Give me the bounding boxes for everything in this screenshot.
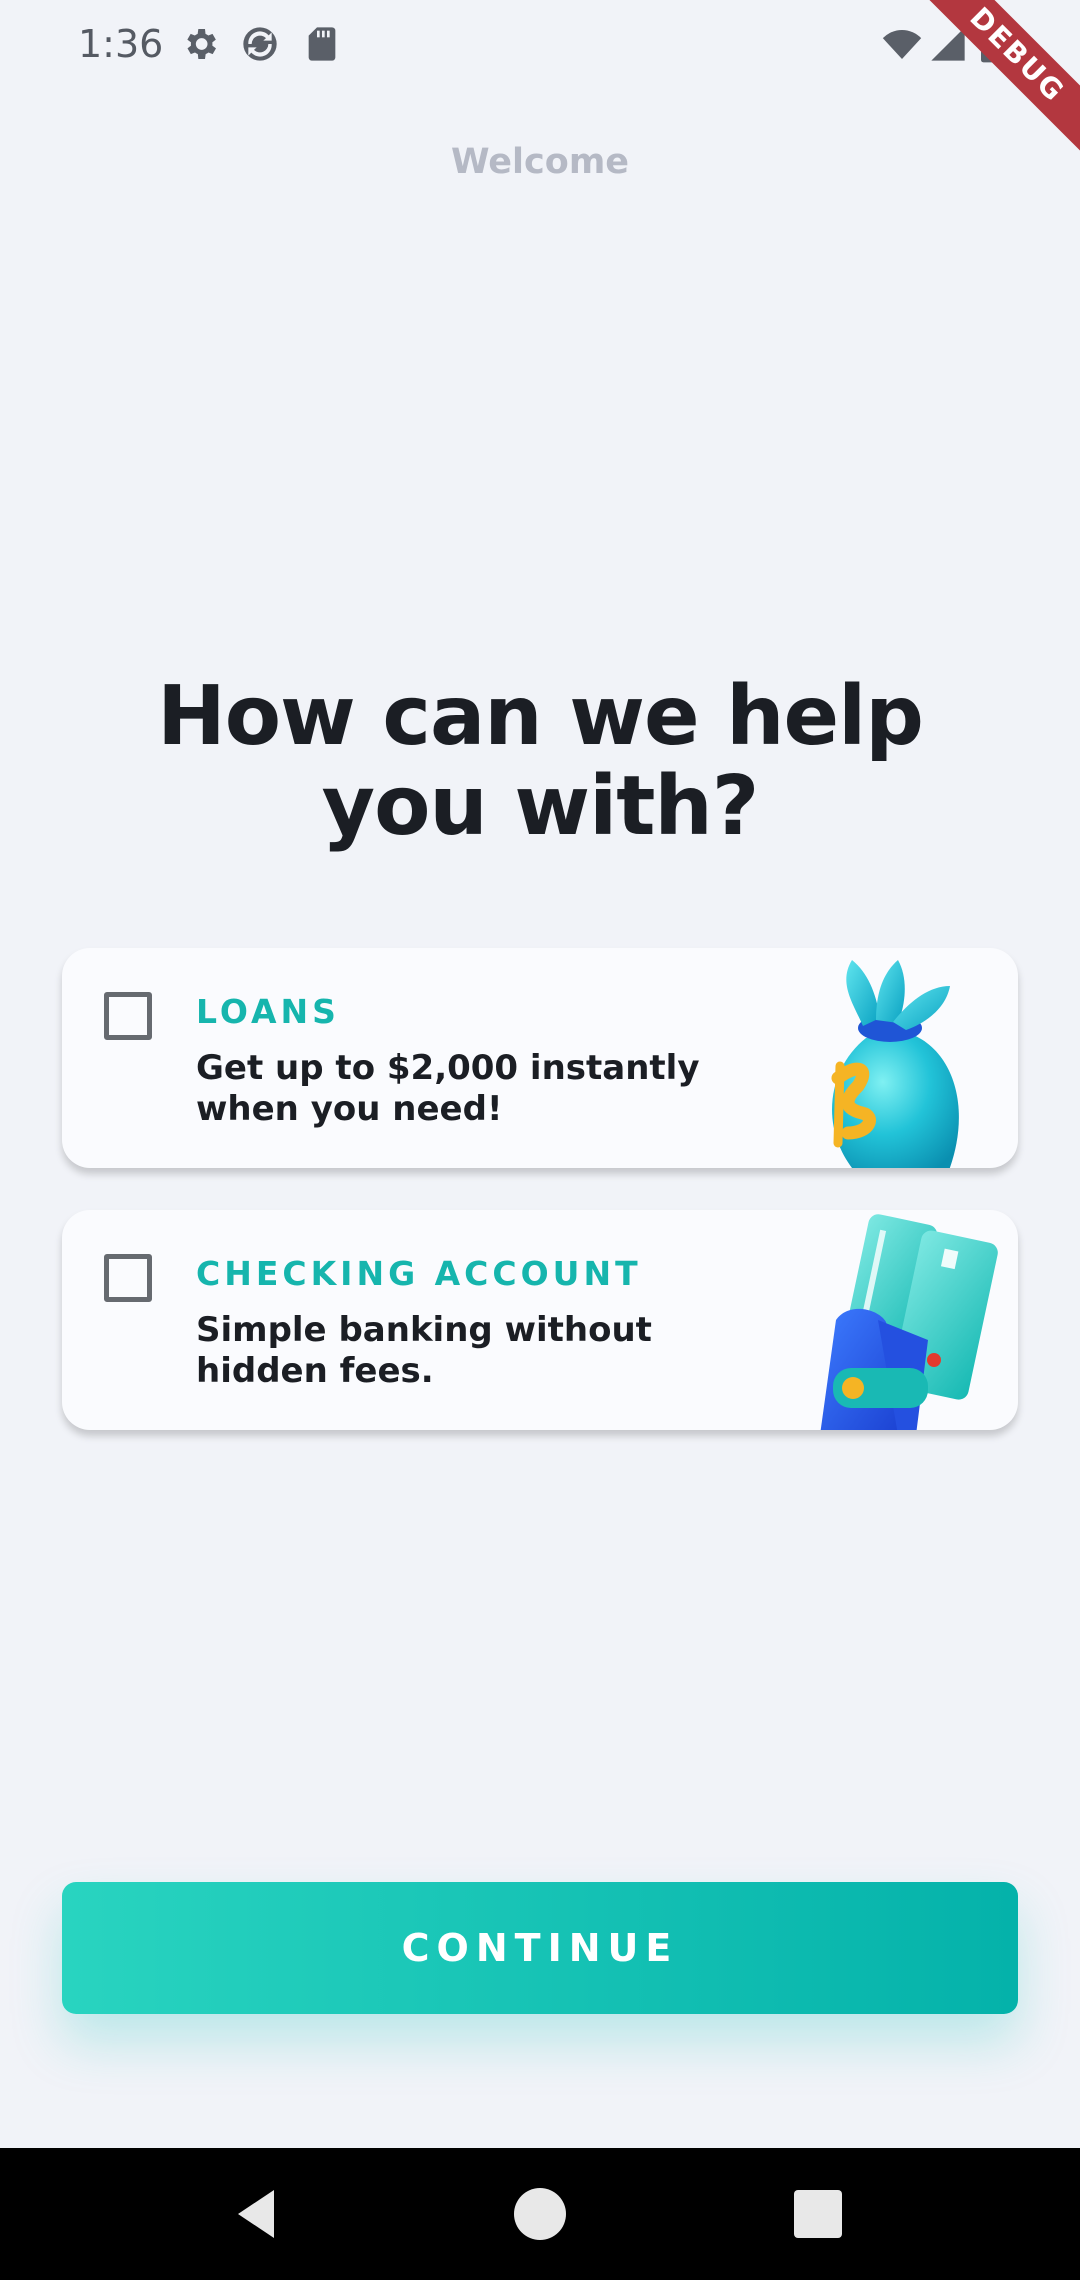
gear-icon	[187, 29, 216, 59]
system-nav-bar	[0, 2148, 1080, 2280]
continue-button[interactable]: CONTINUE	[62, 1882, 1018, 2014]
sync-icon	[243, 27, 277, 61]
wifi-icon	[882, 30, 922, 59]
option-description: Get up to $2,000 instantly when you need…	[196, 1048, 700, 1129]
option-label: CHECKING ACCOUNT	[196, 1254, 642, 1293]
option-description: Simple banking without hidden fees.	[196, 1310, 652, 1391]
option-card-checking[interactable]: CHECKING ACCOUNT Simple banking without …	[62, 1210, 1018, 1430]
option-card-loans[interactable]: LOANS Get up to $2,000 instantly when yo…	[62, 948, 1018, 1168]
loans-checkbox[interactable]	[104, 992, 152, 1040]
continue-label: CONTINUE	[401, 1926, 679, 1970]
headline: How can we help you with?	[157, 669, 924, 854]
wallet-cards-icon	[820, 1214, 998, 1430]
status-bar: 1:36 DEBUG	[0, 0, 1080, 160]
recents-icon[interactable]	[786, 2182, 850, 2246]
home-icon[interactable]	[508, 2182, 572, 2246]
sd-card-icon	[308, 27, 336, 61]
option-label: LOANS	[196, 992, 340, 1031]
page-title: Welcome	[450, 142, 630, 182]
status-time: 1:36	[78, 22, 164, 66]
back-icon[interactable]	[226, 2182, 290, 2246]
money-bag-icon	[831, 960, 959, 1168]
checking-checkbox[interactable]	[104, 1254, 152, 1302]
